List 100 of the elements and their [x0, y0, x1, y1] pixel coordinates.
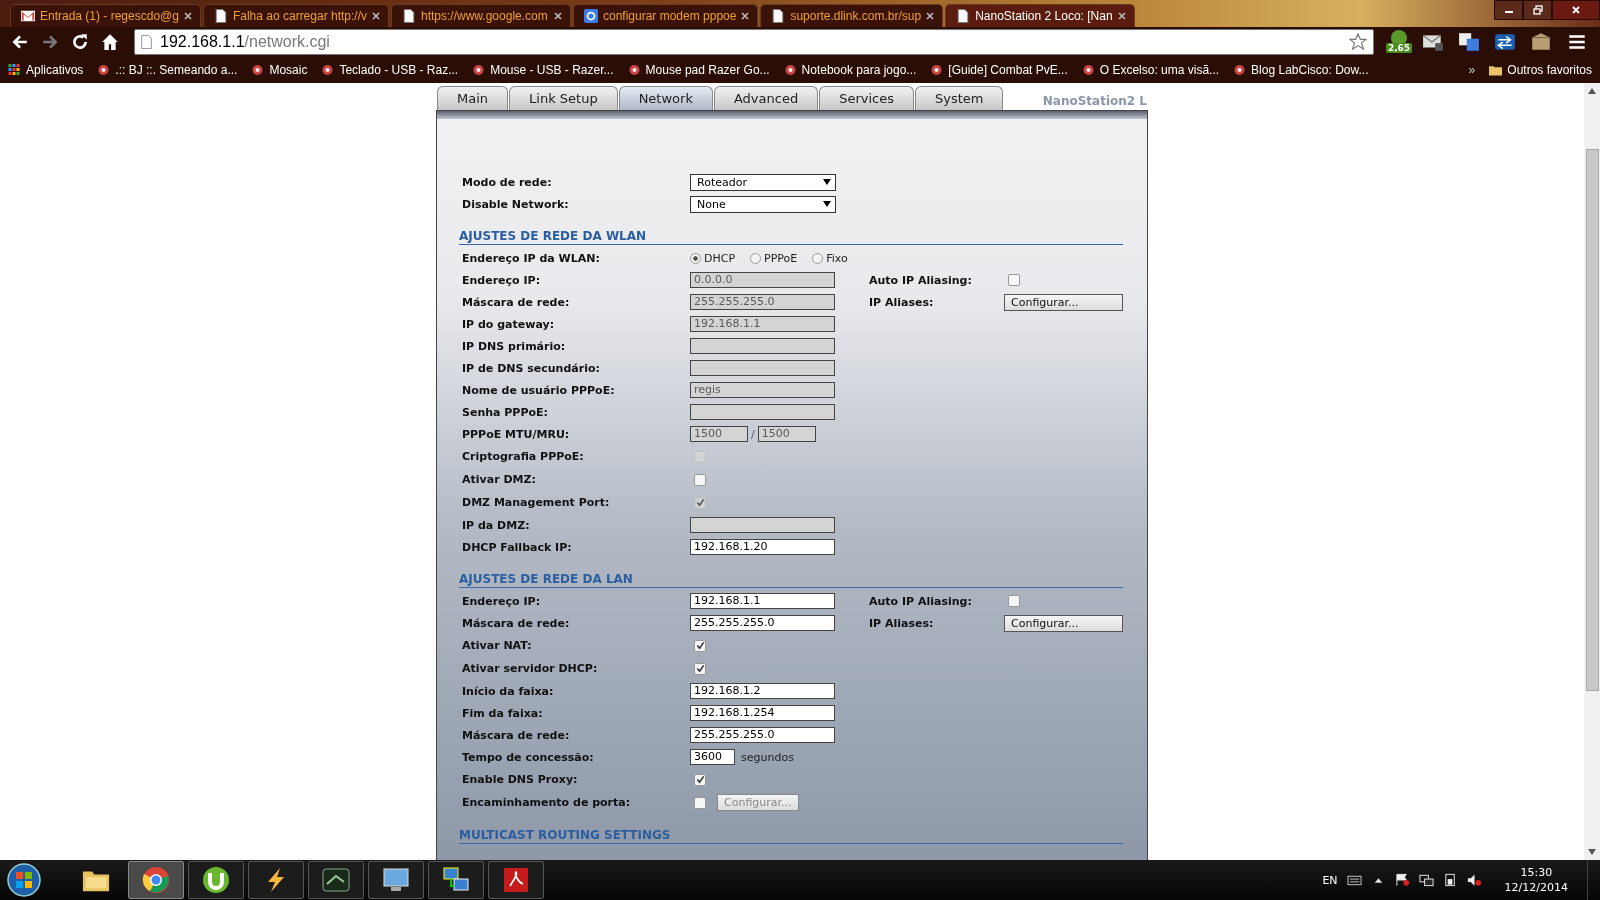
- nav-tab[interactable]: Services: [819, 86, 914, 110]
- close-icon[interactable]: [926, 12, 935, 20]
- more-bookmarks[interactable]: »: [1468, 63, 1476, 77]
- page-icon: [213, 9, 228, 23]
- field-label: DHCP Fallback IP:: [461, 540, 573, 554]
- input-field[interactable]: 255.255.255.0: [690, 727, 835, 743]
- nav-tab[interactable]: Link Setup: [509, 86, 618, 110]
- checkbox[interactable]: [694, 473, 706, 486]
- close-icon[interactable]: [741, 12, 750, 20]
- pdf-icon: [502, 866, 530, 894]
- translate-icon[interactable]: [1458, 32, 1480, 52]
- browser-tab[interactable]: suporte.dlink.com.br/sup: [760, 4, 944, 27]
- battery-icon[interactable]: [1442, 873, 1458, 887]
- device-name: NanoStation2 L: [1042, 94, 1147, 110]
- checkbox[interactable]: [694, 796, 706, 809]
- field-label: Senha PPPoE:: [461, 405, 549, 419]
- clock[interactable]: 15:30 12/12/2014: [1504, 865, 1568, 895]
- bookmark[interactable]: Mouse - USB - Razer...: [472, 63, 614, 77]
- close-icon[interactable]: [554, 12, 562, 20]
- close-icon: [1571, 5, 1581, 15]
- input-field[interactable]: 192.168.1.20: [690, 539, 835, 555]
- radio-option[interactable]: Fixo: [812, 251, 848, 265]
- browser-tab[interactable]: https://www.google.com: [391, 4, 571, 27]
- checkbox[interactable]: [694, 662, 706, 675]
- select-field[interactable]: Roteador: [690, 173, 836, 191]
- radio-label: DHCP: [704, 251, 736, 265]
- bookmark[interactable]: .:: BJ ::. Semeando a...: [97, 63, 238, 77]
- radio-option[interactable]: DHCP: [690, 251, 736, 265]
- arrows-icon[interactable]: [1494, 32, 1516, 52]
- nav-tab[interactable]: System: [914, 86, 1004, 110]
- taskbar-app[interactable]: [488, 861, 544, 899]
- home-icon[interactable]: [101, 33, 119, 51]
- input-field[interactable]: 192.168.1.254: [690, 705, 835, 721]
- radio-button[interactable]: [690, 252, 701, 264]
- scroll-up-icon[interactable]: [1588, 88, 1596, 94]
- close-icon[interactable]: [372, 12, 380, 20]
- scrollbar[interactable]: [1584, 83, 1600, 860]
- speaker-muted-icon[interactable]: [1466, 873, 1482, 887]
- input-field[interactable]: 192.168.1.1: [690, 593, 835, 609]
- bookmark[interactable]: Notebook para jogo...: [783, 63, 917, 77]
- bookmark[interactable]: [Guide] Combat PvE...: [930, 63, 1068, 77]
- checkbox[interactable]: [694, 639, 706, 652]
- page-icon: [141, 35, 152, 49]
- minimize-button[interactable]: [1494, 0, 1523, 20]
- checkbox[interactable]: [694, 773, 706, 786]
- field-label: DMZ Management Port:: [461, 496, 611, 509]
- browser-tab[interactable]: Falha ao carregar http://v: [202, 4, 389, 27]
- nav-tab[interactable]: Main: [437, 86, 509, 110]
- input-field[interactable]: 192.168.1.2: [690, 683, 835, 699]
- flag-icon[interactable]: [1394, 873, 1410, 887]
- favicon-icon: [321, 64, 335, 76]
- input-field[interactable]: 3600: [690, 749, 735, 765]
- field-label: Máscara de rede:: [461, 295, 571, 309]
- close-button[interactable]: [1552, 0, 1600, 20]
- restore-icon: [1532, 5, 1543, 15]
- bookmark[interactable]: O Excelso: uma visã...: [1081, 63, 1220, 77]
- bookmark[interactable]: Teclado - USB - Raz...: [321, 63, 459, 77]
- star-icon[interactable]: [1349, 33, 1367, 51]
- radio-option[interactable]: PPPoE: [750, 251, 798, 265]
- keyboard-icon[interactable]: [1346, 873, 1362, 887]
- field-label: IP da DMZ:: [461, 518, 531, 532]
- bookmark[interactable]: Mouse pad Razer Go...: [627, 63, 770, 77]
- taskbar-app[interactable]: [128, 861, 184, 899]
- select-field[interactable]: None: [690, 195, 836, 213]
- configure-button[interactable]: Configurar...: [1004, 614, 1123, 632]
- address-bar[interactable]: 192.168.1.1/network.cgi: [134, 29, 1374, 55]
- browser-tab[interactable]: Entrada (1) - regescdo@g: [10, 4, 201, 27]
- network-icon[interactable]: [1418, 873, 1434, 887]
- language-indicator[interactable]: EN: [1322, 873, 1338, 887]
- mail-icon[interactable]: [1422, 32, 1444, 52]
- checkbox[interactable]: [1008, 595, 1020, 607]
- box-icon[interactable]: [1530, 32, 1552, 52]
- taskbar-app[interactable]: [248, 861, 304, 899]
- menu-icon[interactable]: [1566, 32, 1588, 52]
- close-icon[interactable]: [183, 12, 192, 20]
- scroll-down-icon[interactable]: [1588, 849, 1596, 855]
- restore-button[interactable]: [1523, 0, 1552, 20]
- input-field[interactable]: 255.255.255.0: [690, 615, 835, 631]
- taskbar-app[interactable]: [428, 861, 484, 899]
- back-icon[interactable]: [11, 33, 29, 51]
- close-icon[interactable]: [1117, 12, 1126, 20]
- radio-button[interactable]: [812, 252, 824, 264]
- extension-badge[interactable]: 2,65: [1386, 29, 1412, 55]
- reload-icon[interactable]: [71, 33, 89, 51]
- favicon-icon: [1233, 64, 1247, 76]
- bookmark[interactable]: Mosaic: [251, 63, 308, 77]
- browser-tab[interactable]: configurar modem pppoe: [573, 4, 759, 27]
- start-button[interactable]: [6, 862, 42, 898]
- taskbar-app[interactable]: [188, 861, 244, 899]
- bookmark[interactable]: Aplicativos: [8, 63, 84, 77]
- bookmark-folder[interactable]: Outros favoritos: [1489, 63, 1592, 77]
- forward-icon[interactable]: [41, 33, 59, 51]
- nav-tab[interactable]: Network: [618, 86, 713, 110]
- taskbar-app[interactable]: [368, 861, 424, 899]
- bookmark[interactable]: Blog LabCisco: Dow...: [1233, 63, 1369, 77]
- favicon-icon: [251, 64, 265, 76]
- terminal-icon: [322, 866, 350, 894]
- browser-tab[interactable]: NanoStation 2 Loco: [Nan: [945, 4, 1135, 27]
- radio-button[interactable]: [750, 252, 762, 264]
- nav-tab[interactable]: Advanced: [713, 86, 819, 110]
